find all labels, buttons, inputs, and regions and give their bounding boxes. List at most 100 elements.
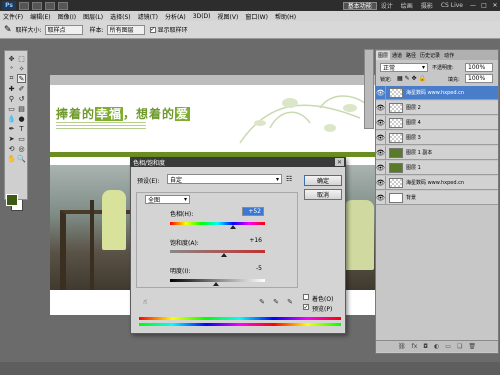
layer-mask-icon[interactable]: ◘ — [423, 343, 428, 350]
history-brush-tool-icon[interactable]: ↺ — [17, 94, 26, 103]
layer-row[interactable]: 👁 背景 — [376, 190, 498, 205]
type-tool-icon[interactable]: T — [17, 124, 26, 133]
layer-row[interactable]: 👁 图层 3 — [376, 130, 498, 145]
eye-icon[interactable]: 👁 — [376, 130, 386, 145]
eye-icon[interactable]: 👁 — [376, 145, 386, 160]
trash-icon[interactable]: 🗑 — [468, 343, 476, 350]
eyedropper-plus-icon[interactable]: ✎ — [272, 298, 280, 306]
cs-live-button[interactable]: CS Live — [437, 2, 467, 10]
tab-history[interactable]: 历史记录 — [418, 51, 442, 60]
layer-style-icon[interactable]: fx — [412, 343, 418, 350]
eyedropper-tool-icon[interactable]: ✎ — [4, 25, 12, 35]
adjustment-layer-icon[interactable]: ◐ — [434, 343, 439, 350]
dodge-tool-icon[interactable]: ● — [17, 114, 26, 123]
colorize-checkbox[interactable] — [303, 294, 309, 300]
3d-camera-tool-icon[interactable]: ◎ — [17, 144, 26, 153]
tab-paths[interactable]: 路径 — [404, 51, 418, 60]
workspace-painting[interactable]: 绘画 — [397, 2, 417, 10]
path-selection-tool-icon[interactable]: ➤ — [7, 134, 16, 143]
menu-analysis[interactable]: 分析(A) — [165, 12, 186, 21]
hue-input[interactable]: +52 — [242, 207, 264, 216]
layer-row[interactable]: 👁 海星数码 www.hxped.cn — [376, 175, 498, 190]
saturation-input[interactable]: +16 — [242, 236, 264, 245]
document-tab[interactable] — [50, 75, 376, 85]
eye-icon[interactable]: 👁 — [376, 160, 386, 175]
menu-help[interactable]: 帮助(H) — [275, 12, 296, 21]
eyedropper-tool-icon[interactable]: ✎ — [17, 74, 26, 83]
pen-tool-icon[interactable]: ✒ — [7, 124, 16, 133]
lasso-tool-icon[interactable]: ᐤ — [7, 64, 16, 73]
move-tool-icon[interactable]: ✥ — [7, 54, 16, 63]
menu-window[interactable]: 窗口(W) — [245, 12, 268, 21]
hand-tool-icon[interactable] — [58, 1, 68, 10]
brush-tool-icon[interactable]: ✐ — [17, 84, 26, 93]
eye-icon[interactable]: 👁 — [376, 85, 386, 100]
hue-slider-track[interactable] — [170, 222, 265, 225]
layer-row[interactable]: 👁 图层 2 — [376, 100, 498, 115]
workspace-design[interactable]: 设计 — [377, 2, 397, 10]
layer-row[interactable]: 👁 图层 4 — [376, 115, 498, 130]
layer-row[interactable]: 👁 海星数码 www.hxped.cn — [376, 85, 498, 100]
menu-file[interactable]: 文件(F) — [3, 12, 23, 21]
marquee-tool-icon[interactable]: ⬚ — [17, 54, 26, 63]
new-group-icon[interactable]: ▭ — [445, 343, 451, 350]
clone-stamp-tool-icon[interactable]: ⚲ — [7, 94, 16, 103]
saturation-slider-thumb[interactable] — [221, 253, 227, 257]
menu-view[interactable]: 视图(V) — [218, 12, 239, 21]
dialog-close-icon[interactable]: ✕ — [335, 158, 344, 166]
opacity-input[interactable]: 100% — [465, 63, 493, 72]
preview-checkbox[interactable]: ✓ — [303, 304, 309, 311]
magic-wand-tool-icon[interactable]: ✧ — [17, 64, 26, 73]
sample-size-select[interactable]: 取样点 — [44, 24, 83, 35]
minibridge-icon[interactable] — [32, 1, 42, 10]
preset-select[interactable]: 自定 ▾ — [167, 174, 282, 184]
foreground-color-swatch[interactable] — [6, 194, 18, 206]
targeted-adjustment-icon[interactable]: ☝ — [141, 298, 149, 306]
3d-rotate-tool-icon[interactable]: ⟲ — [7, 144, 16, 153]
eye-icon[interactable]: 👁 — [376, 100, 386, 115]
cancel-button[interactable]: 取消 — [304, 189, 342, 200]
hand-tool-icon[interactable]: ✋ — [7, 154, 16, 163]
saturation-slider-track[interactable] — [170, 250, 265, 253]
menu-layer[interactable]: 图层(L) — [83, 12, 103, 21]
collapsed-panel-strip[interactable] — [364, 49, 374, 129]
gradient-tool-icon[interactable]: ▤ — [17, 104, 26, 113]
lock-icons[interactable]: ▦ ✎ ✥ 🔒 — [397, 75, 426, 82]
menu-select[interactable]: 选择(S) — [110, 12, 131, 21]
ok-button[interactable]: 确定 — [304, 175, 342, 186]
layer-row[interactable]: 👁 图层 1 — [376, 160, 498, 175]
maximize-button[interactable]: □ — [479, 2, 489, 10]
eye-icon[interactable]: 👁 — [376, 175, 386, 190]
workspace-photography[interactable]: 摄影 — [417, 2, 437, 10]
fill-input[interactable]: 100% — [465, 74, 493, 83]
menu-image[interactable]: 图像(I) — [58, 12, 76, 21]
zoom-level-icon[interactable] — [45, 1, 55, 10]
eraser-tool-icon[interactable]: ▭ — [7, 104, 16, 113]
workspace-essentials[interactable]: 基本功能 — [342, 1, 377, 10]
bridge-icon[interactable] — [19, 1, 29, 10]
blend-mode-select[interactable]: 正常 ▾ — [380, 63, 428, 72]
eyedropper-icon[interactable]: ✎ — [258, 298, 266, 306]
blur-tool-icon[interactable]: 💧 — [7, 114, 16, 123]
menu-3d[interactable]: 3D(D) — [193, 13, 211, 20]
tab-channels[interactable]: 通道 — [390, 51, 404, 60]
new-layer-icon[interactable]: ❏ — [457, 343, 462, 350]
eye-icon[interactable]: 👁 — [376, 115, 386, 130]
preset-options-icon[interactable]: ☷ — [286, 175, 292, 183]
zoom-tool-icon[interactable]: 🔍 — [17, 154, 26, 163]
shape-tool-icon[interactable]: ▭ — [17, 134, 26, 143]
tab-actions[interactable]: 动作 — [442, 51, 456, 60]
show-ring-checkbox[interactable]: ✓ — [149, 26, 156, 33]
link-layers-icon[interactable]: ⛓ — [398, 343, 406, 350]
menu-filter[interactable]: 滤镜(T) — [138, 12, 158, 21]
channel-select[interactable]: 全图 ▾ — [145, 195, 190, 204]
layer-row[interactable]: 👁 图层 1 副本 — [376, 145, 498, 160]
hue-slider-thumb[interactable] — [230, 225, 236, 229]
lightness-input[interactable]: -5 — [242, 264, 264, 273]
healing-brush-tool-icon[interactable]: ✚ — [7, 84, 16, 93]
minimize-button[interactable]: — — [468, 2, 478, 10]
eye-icon[interactable]: 👁 — [376, 190, 386, 205]
lightness-slider-thumb[interactable] — [213, 282, 219, 286]
close-button[interactable]: ✕ — [490, 2, 500, 10]
sample-select[interactable]: 所有图层 — [106, 24, 145, 35]
